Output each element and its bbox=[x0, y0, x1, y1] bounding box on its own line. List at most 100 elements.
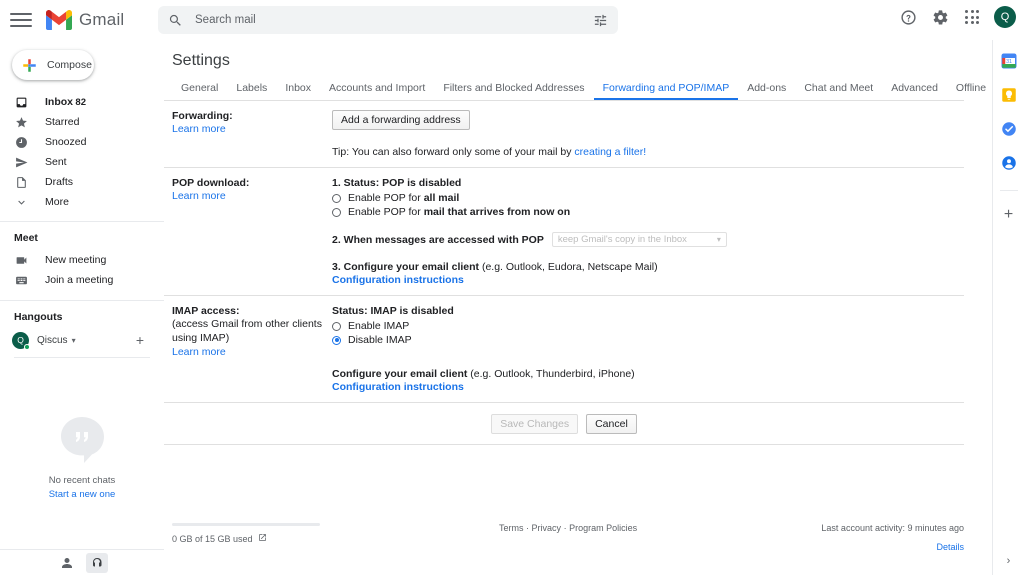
imap-access-section: IMAP access: (access Gmail from other cl… bbox=[164, 296, 964, 403]
imap-option-disable-label: Disable IMAP bbox=[348, 334, 412, 346]
expand-panel-icon[interactable]: › bbox=[1007, 555, 1011, 567]
forwarding-learn-more-link[interactable]: Learn more bbox=[172, 123, 226, 135]
forwarding-tip-text: Tip: You can also forward only some of y… bbox=[332, 146, 575, 158]
hangouts-user-row[interactable]: Q Qiscus ▾ + bbox=[0, 329, 164, 351]
tab-offline[interactable]: Offline bbox=[947, 82, 995, 100]
sidebar-item-label: Starred bbox=[45, 116, 80, 128]
keyboard-icon bbox=[14, 273, 29, 288]
google-calendar-icon[interactable]: 31 bbox=[1000, 52, 1018, 70]
tab-filters-and-blocked-addresses[interactable]: Filters and Blocked Addresses bbox=[434, 82, 593, 100]
sidebar-divider-hangouts bbox=[0, 300, 164, 301]
tab-inbox[interactable]: Inbox bbox=[276, 82, 320, 100]
tab-accounts-and-import[interactable]: Accounts and Import bbox=[320, 82, 434, 100]
pop-access-select-value: keep Gmail's copy in the Inbox bbox=[557, 234, 687, 245]
compose-plus-icon bbox=[22, 58, 37, 73]
add-forwarding-address-button[interactable]: Add a forwarding address bbox=[332, 110, 470, 130]
privacy-link[interactable]: Privacy bbox=[532, 523, 562, 533]
sidebar-item-starred[interactable]: Starred bbox=[0, 112, 164, 132]
imap-label-col: IMAP access: (access Gmail from other cl… bbox=[172, 305, 332, 393]
pop-radio-all-mail[interactable] bbox=[332, 193, 341, 203]
pop-radio-from-now-on[interactable] bbox=[332, 207, 341, 217]
sidebar-item-snoozed[interactable]: Snoozed bbox=[0, 132, 164, 152]
external-link-icon[interactable] bbox=[258, 533, 267, 544]
add-app-icon[interactable]: + bbox=[1004, 207, 1013, 223]
pop-learn-more-link[interactable]: Learn more bbox=[172, 190, 226, 202]
sidebar-item-label: New meeting bbox=[45, 254, 107, 266]
sidebar-item-more[interactable]: More bbox=[0, 192, 164, 212]
tab-general[interactable]: General bbox=[172, 82, 227, 100]
gear-icon[interactable] bbox=[930, 7, 950, 27]
pop-option-all-mail-row[interactable]: Enable POP for all mail bbox=[332, 192, 964, 204]
account-activity-details-link[interactable]: Details bbox=[821, 542, 964, 552]
sidebar-item-label: Join a meeting bbox=[45, 274, 114, 286]
hangouts-new-chat-icon[interactable]: + bbox=[136, 333, 144, 347]
cancel-button[interactable]: Cancel bbox=[586, 414, 637, 434]
imap-learn-more-link[interactable]: Learn more bbox=[172, 346, 226, 358]
person-icon[interactable] bbox=[56, 553, 78, 573]
sidebar-bottom-bar bbox=[0, 549, 164, 575]
pop-configuration-instructions-link[interactable]: Configuration instructions bbox=[332, 274, 964, 286]
pop-step2-label: 2. When messages are accessed with POP bbox=[332, 233, 544, 246]
video-camera-icon bbox=[14, 253, 29, 268]
save-changes-button[interactable]: Save Changes bbox=[491, 414, 579, 434]
send-icon bbox=[14, 155, 29, 170]
hangouts-empty-state: No recent chats Start a new one bbox=[0, 413, 164, 500]
tab-advanced[interactable]: Advanced bbox=[882, 82, 947, 100]
imap-option-disable-row[interactable]: Disable IMAP bbox=[332, 334, 964, 346]
compose-button[interactable]: Compose bbox=[12, 50, 94, 80]
pop-option-from-now-row[interactable]: Enable POP for mail that arrives from no… bbox=[332, 206, 964, 218]
sidebar-item-label: Drafts bbox=[45, 176, 74, 188]
pop-step2-row: 2. When messages are accessed with POP k… bbox=[332, 232, 964, 247]
sidebar-item-join-meeting[interactable]: Join a meeting bbox=[0, 270, 164, 290]
chevron-down-icon: ▾ bbox=[716, 235, 721, 244]
chevron-down-icon[interactable]: ▾ bbox=[72, 336, 76, 345]
google-keep-icon[interactable] bbox=[1000, 86, 1018, 104]
sidebar-divider-meet bbox=[0, 221, 164, 222]
sidebar-item-inbox[interactable]: Inbox 82 bbox=[0, 92, 164, 112]
chat-bubble-icon bbox=[56, 413, 108, 465]
search-input[interactable] bbox=[183, 14, 593, 26]
imap-body: Status: IMAP is disabled Enable IMAP Dis… bbox=[332, 305, 964, 393]
pop-option-all-mail-label: Enable POP for all mail bbox=[348, 192, 460, 204]
pop-step3-row: 3. Configure your email client (e.g. Out… bbox=[332, 261, 964, 286]
svg-text:31: 31 bbox=[1006, 59, 1012, 65]
star-icon bbox=[14, 115, 29, 130]
start-new-chat-link[interactable]: Start a new one bbox=[0, 489, 164, 500]
sidebar-item-sent[interactable]: Sent bbox=[0, 152, 164, 172]
pop-option-from-now-label: Enable POP for mail that arrives from no… bbox=[348, 206, 571, 218]
terms-link[interactable]: Terms bbox=[499, 523, 524, 533]
settings-tabs: General Labels Inbox Accounts and Import… bbox=[164, 82, 1024, 101]
search-options-icon[interactable] bbox=[593, 13, 608, 28]
help-icon[interactable] bbox=[898, 7, 918, 27]
sidebar-item-label: Snoozed bbox=[45, 136, 87, 148]
sidebar-item-label: More bbox=[45, 196, 69, 208]
sidebar-item-label: Sent bbox=[45, 156, 67, 168]
sidebar-item-new-meeting[interactable]: New meeting bbox=[0, 250, 164, 270]
pop-label-col: POP download: Learn more bbox=[172, 177, 332, 286]
pop-download-section: POP download: Learn more 1. Status: POP … bbox=[164, 168, 964, 296]
hamburger-menu-icon[interactable] bbox=[10, 9, 32, 31]
tab-chat-and-meet[interactable]: Chat and Meet bbox=[795, 82, 882, 100]
search-bar[interactable] bbox=[158, 6, 618, 34]
imap-option-enable-row[interactable]: Enable IMAP bbox=[332, 320, 964, 332]
program-policies-link[interactable]: Program Policies bbox=[569, 523, 637, 533]
pop-access-select[interactable]: keep Gmail's copy in the Inbox ▾ bbox=[551, 232, 727, 247]
imap-configuration-instructions-link[interactable]: Configuration instructions bbox=[332, 381, 964, 393]
google-contacts-icon[interactable] bbox=[1000, 154, 1018, 172]
google-tasks-icon[interactable] bbox=[1000, 120, 1018, 138]
tab-labels[interactable]: Labels bbox=[227, 82, 276, 100]
imap-radio-enable[interactable] bbox=[332, 321, 341, 331]
sidebar-item-drafts[interactable]: Drafts bbox=[0, 172, 164, 192]
hangouts-avatar: Q bbox=[12, 331, 30, 350]
creating-a-filter-link[interactable]: creating a filter! bbox=[574, 146, 646, 158]
apps-grid-icon[interactable] bbox=[962, 7, 982, 27]
topbar-actions: Q bbox=[898, 6, 1016, 28]
phone-icon[interactable] bbox=[86, 552, 108, 573]
gmail-logo[interactable]: Gmail bbox=[46, 10, 124, 30]
account-avatar[interactable]: Q bbox=[994, 6, 1016, 28]
forwarding-body: Add a forwarding address Tip: You can al… bbox=[332, 110, 964, 158]
tab-add-ons[interactable]: Add-ons bbox=[738, 82, 795, 100]
imap-radio-disable[interactable] bbox=[332, 335, 341, 345]
inbox-unread-count: 82 bbox=[75, 96, 86, 108]
tab-forwarding-and-pop-imap[interactable]: Forwarding and POP/IMAP bbox=[593, 82, 739, 100]
